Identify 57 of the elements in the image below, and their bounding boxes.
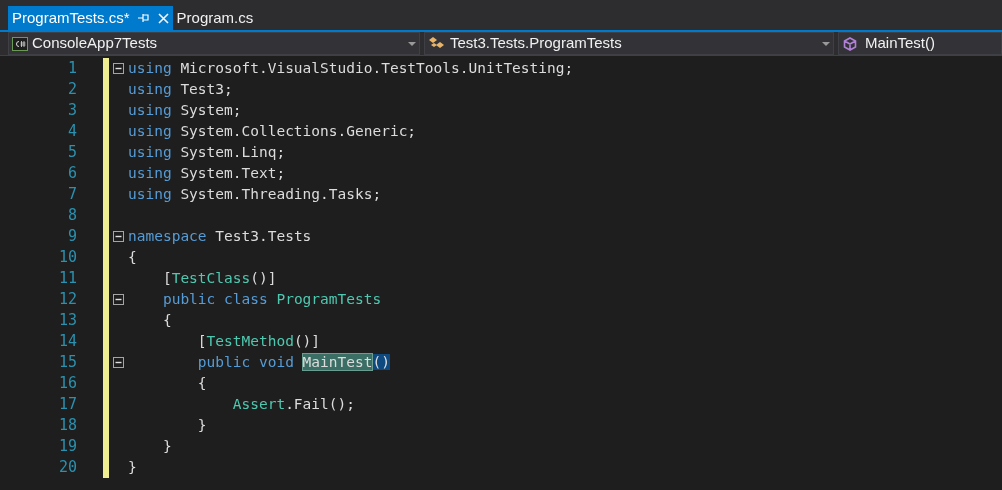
project-dropdown[interactable]: ConsoleApp7Tests [8,32,420,55]
code-line: using Test3; [128,79,233,99]
code-line: public void MainTest() [196,352,390,372]
code-line: { [128,247,137,267]
line-number: 2 [66,79,77,101]
type-dropdown[interactable]: Test3.Tests.ProgramTests [424,32,834,55]
line-number: 14 [57,331,77,353]
dropdown-arrow-icon [408,41,416,46]
code-line: using System; [128,100,242,120]
code-line: } [161,436,172,456]
line-number: 19 [57,436,77,458]
code-line: } [128,457,137,477]
line-number: 10 [57,247,77,269]
line-number: 8 [66,205,77,227]
line-number: 15 [57,352,77,374]
type-name: Test3.Tests.ProgramTests [450,33,623,54]
code-line: [TestClass()] [161,268,277,288]
csharp-project-icon [12,36,28,51]
project-name: ConsoleApp7Tests [32,33,159,54]
line-number: 17 [57,394,77,416]
line-number: 1 [66,58,77,80]
code-line: { [196,373,207,393]
file-tab[interactable]: ProgramTests.cs* [8,6,173,30]
collapse-icon[interactable] [113,294,124,305]
pin-icon[interactable] [137,13,150,23]
collapse-icon[interactable] [113,357,124,368]
member-dropdown[interactable]: MainTest() [838,32,1002,55]
code-line: { [161,310,172,330]
line-number: 3 [66,100,77,122]
line-number: 13 [57,310,77,332]
code-line: using System.Linq; [128,142,286,162]
line-number: 4 [66,121,77,143]
dropdown-arrow-icon [822,41,830,46]
file-tab[interactable]: Program.cs [172,6,258,30]
code-line: } [196,415,207,435]
line-number: 20 [57,457,77,479]
code-line: using System.Text; [128,163,286,183]
close-icon[interactable] [157,12,169,24]
code-line: public class ProgramTests [161,289,382,309]
code-line: using System.Collections.Generic; [128,121,417,141]
line-number: 6 [66,163,77,185]
member-name: MainTest() [865,33,935,54]
code-line: namespace Test3.Tests [128,226,312,246]
line-number: 7 [66,184,77,206]
code-line: using System.Threading.Tasks; [128,184,382,204]
line-number: 11 [57,268,77,290]
code-line: Assert.Fail(); [231,394,355,414]
line-number: 12 [57,289,77,311]
method-cube-icon [843,36,857,51]
line-number: 18 [57,415,77,437]
collapse-icon[interactable] [113,231,124,242]
code-line: using Microsoft.VisualStudio.TestTools.UnitTesting; [128,58,574,78]
line-number: 5 [66,142,77,164]
code-line: [TestMethod()] [196,331,321,351]
line-number: 16 [57,373,77,395]
line-number: 9 [66,226,77,248]
collapse-icon[interactable] [113,63,124,74]
